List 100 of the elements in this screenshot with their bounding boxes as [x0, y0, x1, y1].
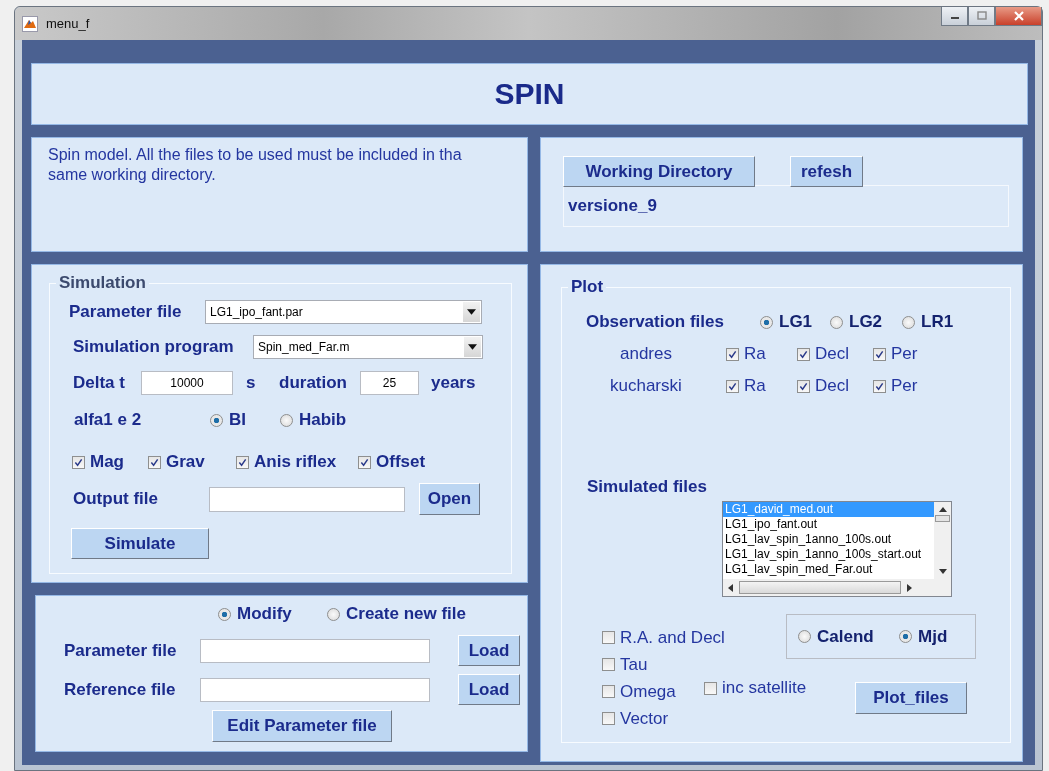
checkbox-label: Ra [744, 376, 766, 396]
source-label: kucharski [610, 376, 683, 396]
checkbox-label: Ra [744, 344, 766, 364]
checkbox-label: Omega [620, 681, 676, 702]
checkbox-label: R.A. and Decl [620, 627, 725, 648]
field-label: Parameter file [64, 640, 178, 661]
input-field[interactable]: 10000 [141, 371, 233, 395]
checkbox[interactable] [148, 455, 161, 469]
load-button[interactable]: Load [458, 674, 520, 705]
load-button[interactable]: Load [458, 635, 520, 666]
scroll-left-icon [728, 583, 733, 592]
list-item[interactable]: LG1_lav_spin_1anno_100s_start.out [723, 547, 934, 562]
minimize-button[interactable] [941, 7, 968, 26]
field-label: Observation files [586, 312, 725, 332]
radio-button[interactable] [798, 630, 811, 643]
field-label: duration [279, 373, 348, 393]
refresh-button[interactable]: refesh [790, 156, 863, 187]
checkbox[interactable] [797, 379, 810, 393]
radio-button[interactable] [280, 413, 293, 427]
checkbox[interactable] [602, 631, 615, 644]
close-button[interactable] [995, 7, 1042, 26]
checkbox[interactable] [602, 712, 615, 725]
checkbox[interactable] [873, 347, 886, 361]
radio-label: BI [229, 410, 246, 430]
directory-path: versione_9 [568, 196, 657, 216]
scroll-up-icon [938, 507, 947, 512]
list-item[interactable]: LG1_ipo_fant.out [723, 517, 934, 532]
list-item[interactable]: LG1_lav_spin_1anno_100s.out [723, 532, 934, 547]
checkbox-label: Decl [815, 344, 849, 364]
checkbox-label: Grav [166, 452, 205, 472]
checkbox[interactable] [602, 658, 615, 671]
radio-label: Habib [299, 410, 347, 430]
scrollbar-thumb[interactable] [935, 515, 950, 522]
unit-label: s [246, 373, 257, 393]
checkbox[interactable] [72, 455, 85, 469]
field-label: Parameter file [69, 302, 183, 322]
radio-button[interactable] [902, 315, 915, 329]
list-item[interactable]: LG1_lav_spin_med_Far.out [723, 562, 934, 577]
input-field[interactable]: 25 [360, 371, 419, 395]
source-label: andres [620, 344, 673, 364]
checkbox[interactable] [602, 685, 615, 698]
checkbox[interactable] [797, 347, 810, 361]
field-label: Simulated files [587, 477, 707, 497]
field-label: Simulation program [73, 337, 235, 357]
radio-button[interactable] [830, 315, 843, 329]
checkbox-label: Vector [620, 708, 669, 729]
checkbox-label: Per [891, 376, 918, 396]
radio-label: Create new file [346, 604, 466, 624]
app-title: SPIN [494, 77, 565, 111]
maximize-button[interactable] [968, 7, 995, 26]
radio-label: Modify [237, 604, 292, 624]
edit-parameter-button[interactable]: Edit Parameter file [212, 710, 392, 742]
checkbox[interactable] [726, 347, 739, 361]
scrollbar-thumb[interactable] [739, 581, 901, 594]
checkbox-label: inc satellite [722, 678, 807, 698]
radio-label: LG2 [849, 312, 883, 332]
radio-label: LG1 [779, 312, 813, 332]
checkbox-label: Decl [815, 376, 849, 396]
dropdown[interactable]: Spin_med_Far.m [253, 335, 483, 359]
field-label: Output file [73, 489, 159, 509]
checkbox-label: Mag [90, 452, 124, 472]
working-directory-button[interactable]: Working Directory [563, 156, 755, 187]
scroll-right-icon [907, 583, 912, 592]
description-text: Spin model. All the files to be used must be included in tha same working directory. [48, 145, 463, 185]
input-field[interactable] [200, 677, 430, 702]
checkbox-label: Offset [376, 452, 426, 472]
radio-button[interactable] [327, 607, 340, 621]
vertical-scrollbar[interactable] [934, 502, 951, 579]
close-icon [1012, 11, 1025, 21]
field-label: alfa1 e 2 [74, 410, 143, 430]
input-field[interactable] [209, 486, 405, 512]
open-button[interactable]: Open [419, 483, 480, 515]
dropdown[interactable]: LG1_ipo_fant.par [205, 300, 482, 324]
horizontal-scrollbar[interactable] [723, 579, 951, 596]
field-label: Reference file [64, 679, 177, 700]
radio-button[interactable] [218, 607, 231, 621]
file-list[interactable]: LG1_david_med.out LG1_ipo_fant.out LG1_lav_spin_1anno_100s.out LG1_lav_spin_1anno_100s_start.out LG1_lav_spin_med_Far.out [722, 501, 952, 597]
field-label: Delta t [73, 373, 126, 393]
window-title: menu_f [46, 16, 90, 31]
radio-button[interactable] [210, 413, 223, 427]
radio-label: Calend [817, 626, 874, 647]
checkbox-label: Tau [620, 654, 648, 675]
radio-button[interactable] [760, 315, 773, 329]
radio-button[interactable] [899, 630, 912, 643]
checkbox-label: Per [891, 344, 918, 364]
unit-label: years [431, 373, 476, 393]
input-field[interactable] [200, 638, 430, 663]
checkbox[interactable] [358, 455, 371, 469]
plot-files-button[interactable]: Plot_files [855, 682, 967, 714]
app-icon [22, 15, 38, 32]
radio-label: LR1 [921, 312, 954, 332]
scroll-down-icon [938, 569, 947, 574]
checkbox[interactable] [873, 379, 886, 393]
simulate-button[interactable]: Simulate [71, 528, 209, 559]
checkbox[interactable] [726, 379, 739, 393]
checkbox[interactable] [236, 455, 249, 469]
checkbox[interactable] [704, 681, 717, 695]
radio-label: Mjd [918, 626, 948, 647]
checkbox-label: Anis riflex [254, 452, 337, 472]
maximize-icon [975, 11, 988, 21]
